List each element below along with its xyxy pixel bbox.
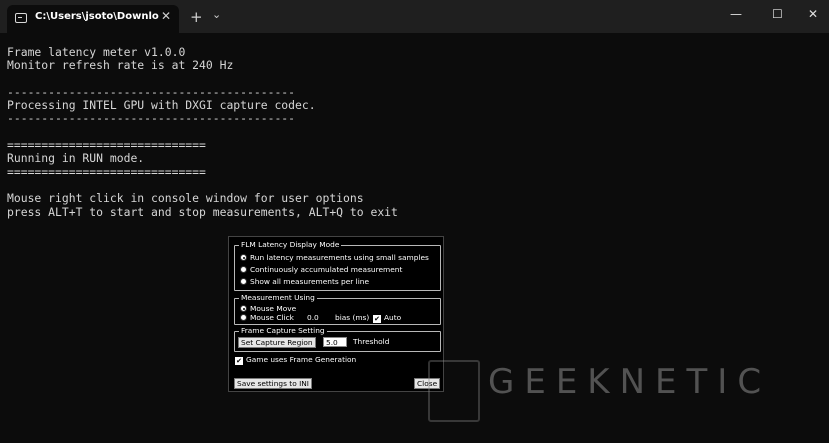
option-label: Mouse Click bbox=[250, 313, 294, 322]
terminal-tab[interactable]: C:\Users\jsoto\Downloads\fln ✕ bbox=[7, 5, 179, 33]
option-label: Mouse Move bbox=[250, 304, 297, 313]
threshold-label: Threshold bbox=[353, 337, 390, 346]
watermark-text: GEEKNETIC bbox=[488, 362, 772, 402]
mouse-click-option[interactable]: Mouse Click bbox=[240, 313, 294, 323]
console-line: Mouse right click in console window for … bbox=[7, 191, 364, 206]
console-line: Monitor refresh rate is at 240 Hz bbox=[7, 58, 234, 73]
frame-generation-checkbox[interactable]: ✔ Game uses Frame Generation bbox=[235, 355, 356, 365]
checkmark-icon[interactable]: ✔ bbox=[373, 315, 381, 323]
tab-title: C:\Users\jsoto\Downloads\fln bbox=[35, 11, 159, 22]
console-line: Processing INTEL GPU with DXGI capture c… bbox=[7, 98, 316, 113]
save-settings-button[interactable]: Save settings to INI bbox=[234, 378, 312, 389]
capture-legend: Frame Capture Setting bbox=[241, 326, 325, 335]
display-mode-legend: FLM Latency Display Mode bbox=[241, 240, 340, 249]
radio-icon[interactable] bbox=[240, 278, 247, 285]
radio-icon[interactable] bbox=[240, 266, 247, 273]
console-line: Running in RUN mode. bbox=[7, 151, 145, 166]
option-label: Run latency measurements using small sam… bbox=[250, 253, 429, 262]
bias-label: bias (ms) bbox=[335, 313, 370, 322]
console-line: ----------------------------------------… bbox=[7, 84, 296, 99]
console-output[interactable]: Frame latency meter v1.0.0 Monitor refre… bbox=[7, 45, 398, 219]
frame-generation-label: Game uses Frame Generation bbox=[246, 355, 357, 364]
threshold-input[interactable]: 5.0 bbox=[323, 337, 347, 347]
auto-label: Auto bbox=[384, 313, 402, 322]
radio-selected-icon[interactable] bbox=[240, 305, 247, 312]
console-line: ----------------------------------------… bbox=[7, 111, 296, 126]
radio-icon[interactable] bbox=[240, 314, 247, 321]
measurement-legend: Measurement Using bbox=[241, 293, 315, 302]
display-option-per-line[interactable]: Show all measurements per line bbox=[240, 277, 369, 287]
terminal-icon bbox=[15, 13, 27, 23]
console-line: ============================= bbox=[7, 138, 206, 153]
minimize-button[interactable]: — bbox=[730, 7, 742, 21]
console-line: Frame latency meter v1.0.0 bbox=[7, 45, 186, 59]
checkmark-icon[interactable]: ✔ bbox=[235, 357, 243, 365]
new-tab-button[interactable]: + bbox=[190, 8, 203, 26]
option-label: Show all measurements per line bbox=[250, 277, 370, 286]
display-option-small-samples[interactable]: Run latency measurements using small sam… bbox=[240, 253, 429, 263]
option-label: Continuously accumulated measurement bbox=[250, 265, 403, 274]
maximize-button[interactable]: ☐ bbox=[772, 7, 783, 21]
chevron-down-icon[interactable]: ⌄ bbox=[212, 8, 221, 21]
display-option-accumulated[interactable]: Continuously accumulated measurement bbox=[240, 265, 402, 275]
set-capture-region-button[interactable]: Set Capture Region bbox=[238, 337, 316, 348]
bias-value[interactable]: 0.0 bbox=[307, 313, 319, 323]
title-bar: C:\Users\jsoto\Downloads\fln ✕ + ⌄ — ☐ ✕ bbox=[0, 0, 829, 33]
auto-checkbox[interactable]: ✔ Auto bbox=[373, 313, 401, 323]
tab-close-icon[interactable]: ✕ bbox=[161, 9, 171, 23]
options-dialog: FLM Latency Display Mode Run latency mea… bbox=[228, 236, 444, 392]
watermark-logo-icon bbox=[428, 360, 480, 422]
close-window-button[interactable]: ✕ bbox=[808, 7, 818, 21]
radio-selected-icon[interactable] bbox=[240, 254, 247, 261]
console-line: press ALT+T to start and stop measuremen… bbox=[7, 204, 398, 219]
console-line: ============================= bbox=[7, 164, 206, 179]
